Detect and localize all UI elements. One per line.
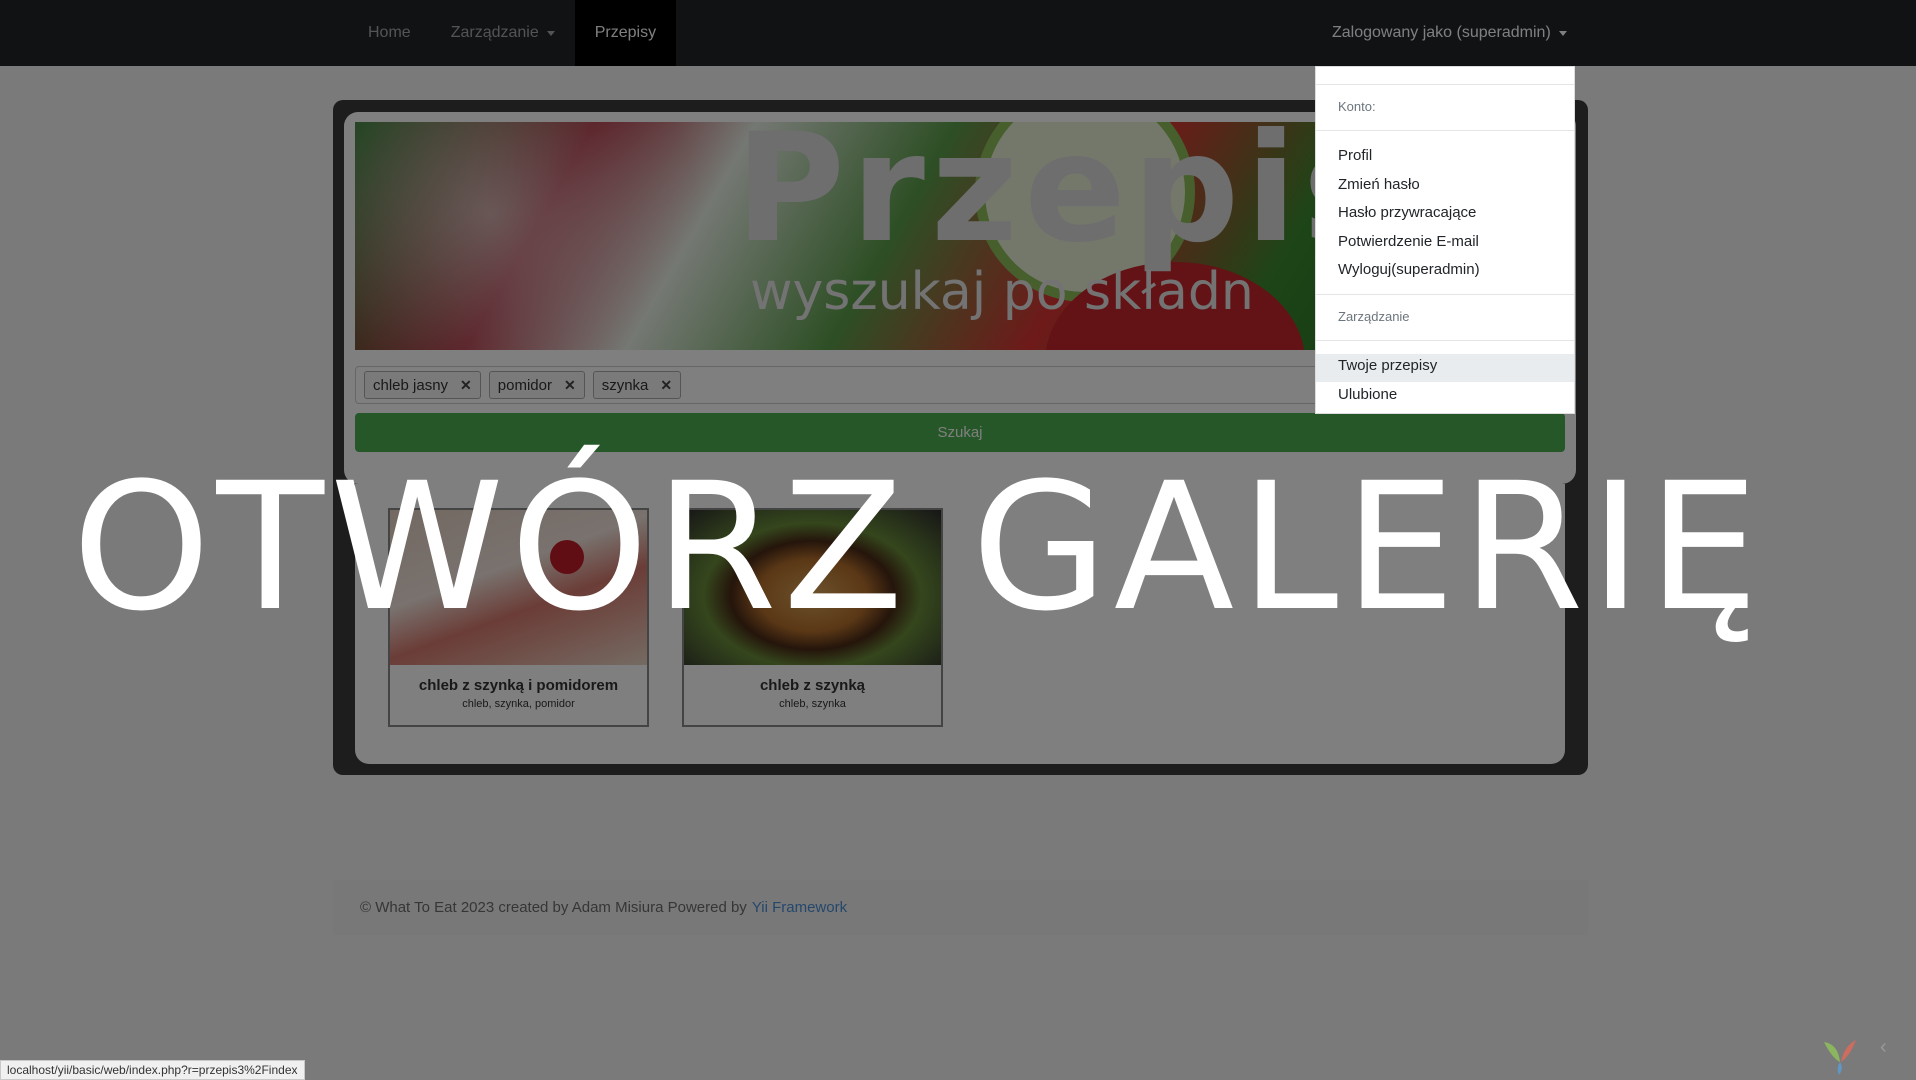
dropdown-divider [1316,294,1574,295]
dropdown-divider [1316,84,1574,85]
dropdown-item-logout[interactable]: Wyloguj(superadmin) [1338,261,1480,278]
user-dropdown-menu: Konto: Profil Zmień hasło Hasło przywrac… [1315,66,1575,414]
dropdown-item-profile[interactable]: Profil [1338,147,1372,164]
dropdown-divider [1316,130,1574,131]
dropdown-header-manage: Zarządzanie [1338,309,1410,324]
open-gallery-text[interactable]: OTWÓRZ GALERIĘ [72,460,1765,636]
dropdown-item-favorites[interactable]: Ulubione [1338,386,1397,403]
dropdown-item-recovery-password[interactable]: Hasło przywracające [1338,204,1476,221]
dropdown-header-account: Konto: [1338,99,1376,114]
yii-logo-icon[interactable] [1818,1036,1862,1076]
dropdown-item-email-confirm[interactable]: Potwierdzenie E-mail [1338,233,1479,250]
status-bar-url: localhost/yii/basic/web/index.php?r=prze… [0,1060,305,1080]
chevron-left-icon[interactable]: ‹ [1880,1036,1887,1059]
dropdown-item-your-recipes[interactable]: Twoje przepisy [1338,357,1437,374]
dropdown-divider [1316,340,1574,341]
dropdown-item-change-password[interactable]: Zmień hasło [1338,176,1420,193]
